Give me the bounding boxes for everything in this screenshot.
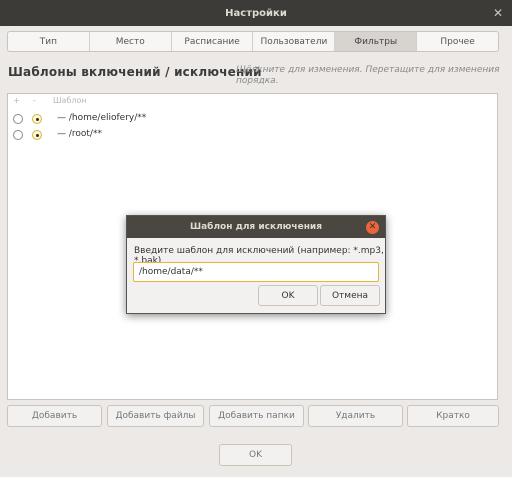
ok-button[interactable]: OK bbox=[219, 444, 292, 466]
tab-schedule[interactable]: Расписание bbox=[172, 32, 254, 51]
tab-bar: Тип Место Расписание Пользователи Фильтр… bbox=[7, 31, 499, 52]
tab-misc[interactable]: Прочее bbox=[417, 32, 498, 51]
window-titlebar: Настройки ✕ bbox=[0, 0, 512, 26]
window-title: Настройки bbox=[225, 7, 287, 19]
delete-button[interactable]: Удалить bbox=[308, 405, 403, 427]
tab-filters[interactable]: Фильтры bbox=[335, 32, 418, 51]
tab-location[interactable]: Место bbox=[90, 32, 172, 51]
exclude-pattern-dialog: Шаблон для исключения ✕ Введите шаблон д… bbox=[126, 215, 386, 314]
pattern-text: — /root/** bbox=[57, 129, 102, 139]
header-pattern: Шаблон bbox=[53, 96, 87, 105]
add-folders-button[interactable]: Добавить папки bbox=[209, 405, 304, 427]
header-include: + bbox=[13, 96, 20, 105]
tab-type[interactable]: Тип bbox=[8, 32, 90, 51]
include-radio[interactable] bbox=[13, 114, 23, 124]
brief-button[interactable]: Кратко bbox=[407, 405, 499, 427]
dialog-titlebar: Шаблон для исключения ✕ bbox=[127, 216, 385, 238]
add-button[interactable]: Добавить bbox=[7, 405, 102, 427]
pattern-input[interactable] bbox=[133, 262, 379, 282]
list-header: + - Шаблон bbox=[8, 96, 497, 108]
tab-users[interactable]: Пользователи bbox=[253, 32, 336, 51]
dialog-title: Шаблон для исключения bbox=[189, 222, 323, 232]
exclude-radio[interactable] bbox=[32, 114, 42, 124]
list-item[interactable]: — /root/** bbox=[8, 127, 497, 143]
close-icon[interactable]: ✕ bbox=[366, 221, 379, 234]
add-files-button[interactable]: Добавить файлы bbox=[107, 405, 204, 427]
dialog-ok-button[interactable]: OK bbox=[258, 285, 318, 306]
close-icon[interactable]: ✕ bbox=[492, 7, 504, 19]
list-item[interactable]: — /home/eliofery/** bbox=[8, 111, 497, 127]
exclude-radio[interactable] bbox=[32, 130, 42, 140]
header-exclude: - bbox=[33, 96, 36, 105]
section-title: Шаблоны включений / исключений bbox=[8, 65, 262, 79]
section-hint: Щёлкните для изменения. Перетащите для и… bbox=[236, 65, 500, 86]
action-buttons: Добавить Добавить файлы Добавить папки У… bbox=[7, 405, 499, 427]
include-radio[interactable] bbox=[13, 130, 23, 140]
dialog-cancel-button[interactable]: Отмена bbox=[320, 285, 380, 306]
pattern-text: — /home/eliofery/** bbox=[57, 113, 147, 123]
